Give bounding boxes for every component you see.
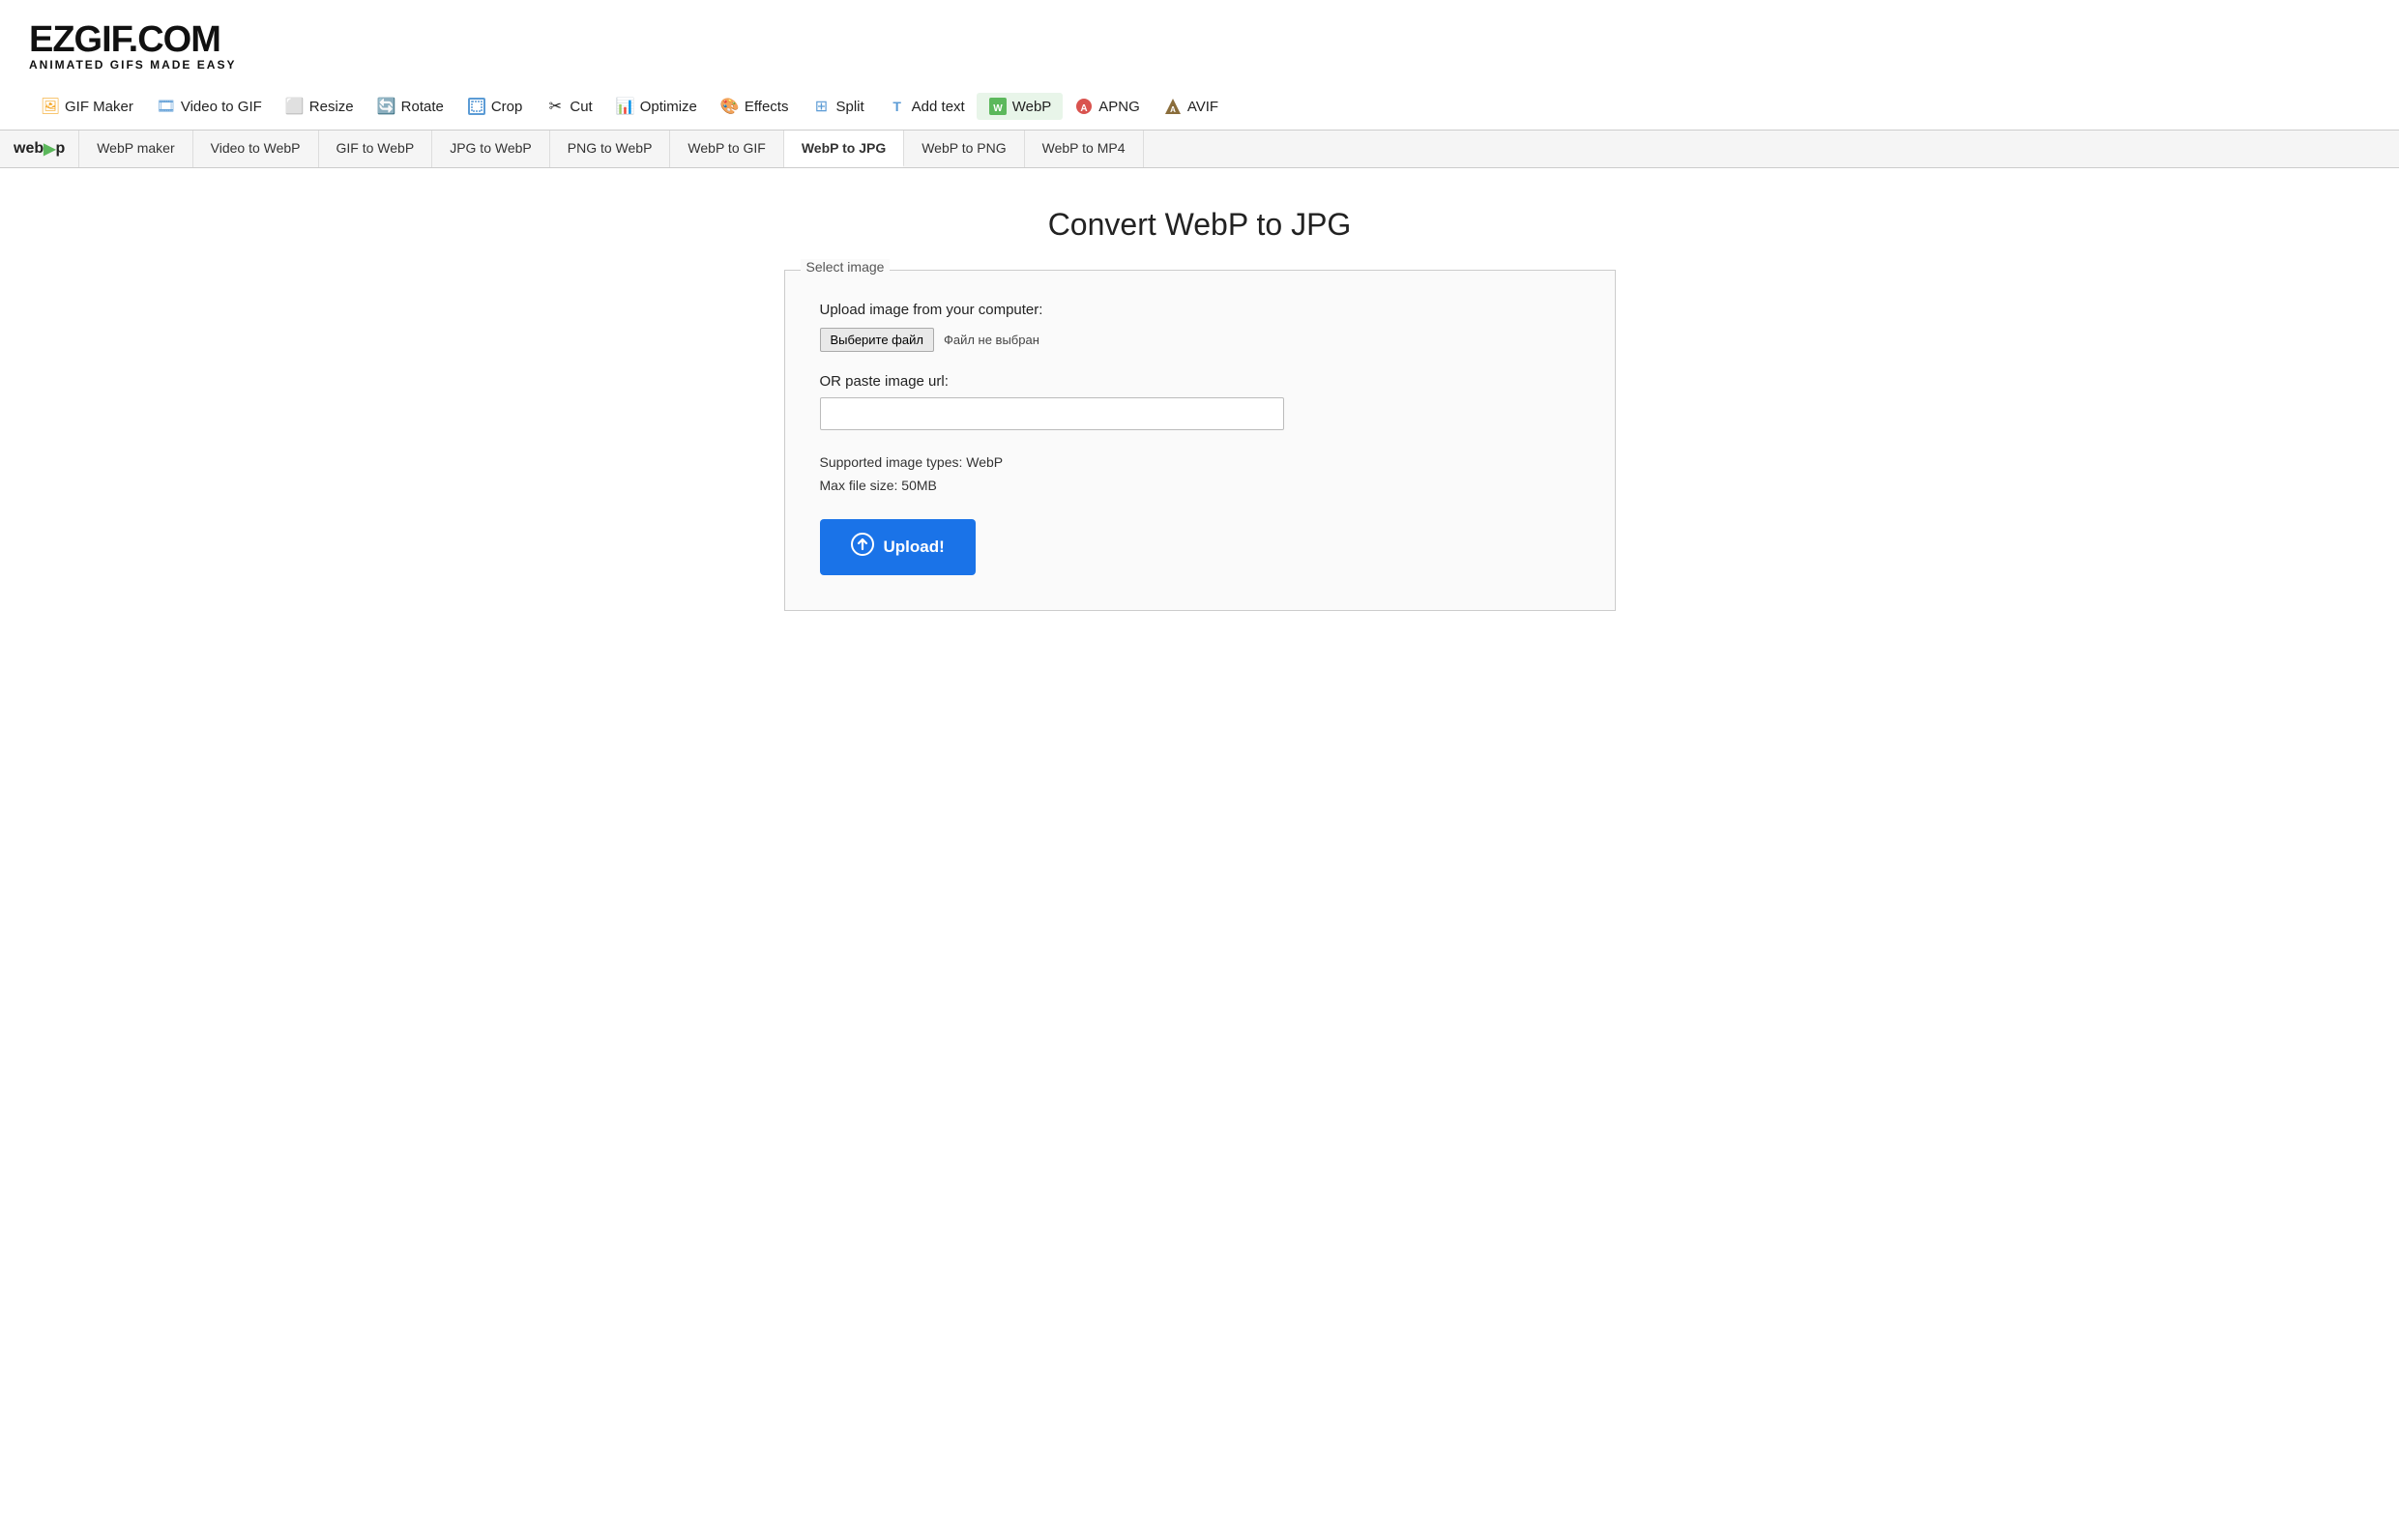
nav-item-avif[interactable]: A AVIF [1152,93,1230,120]
nav-label-gif-maker: GIF Maker [65,99,133,115]
nav-label-video-to-gif: Video to GIF [181,99,262,115]
nav-label-apng: APNG [1098,99,1140,115]
tab-png-to-webp[interactable]: PNG to WebP [550,131,671,167]
nav-item-split[interactable]: ⊞ Split [800,93,875,120]
upload-icon [851,533,874,562]
nav-label-optimize: Optimize [640,99,697,115]
optimize-icon: 📊 [616,97,635,116]
svg-text:A: A [1081,103,1088,114]
nav-item-webp[interactable]: W WebP [977,93,1064,120]
no-file-label: Файл не выбран [944,333,1039,347]
logo-sub: ANIMATED GIFS MADE EASY [29,58,2370,72]
or-paste-label: OR paste image url: [820,373,1580,390]
nav-label-resize: Resize [309,99,354,115]
main-nav: 🖼 GIF Maker 🎞 Video to GIF ⬜ Resize 🔄 Ro… [0,81,2399,124]
max-file-size: Max file size: 50MB [820,475,1580,498]
tab-webp-to-jpg[interactable]: WebP to JPG [784,131,904,167]
gif-maker-icon: 🖼 [41,97,60,116]
nav-label-avif: AVIF [1187,99,1218,115]
supported-types: Supported image types: WebP [820,451,1580,475]
nav-item-video-to-gif[interactable]: 🎞 Video to GIF [145,93,274,120]
upload-button[interactable]: Upload! [820,519,976,575]
upload-legend: Select image [801,259,891,275]
nav-label-webp: WebP [1012,99,1052,115]
tab-webp-to-gif[interactable]: WebP to GIF [670,131,783,167]
rotate-icon: 🔄 [377,97,396,116]
cut-icon: ✂ [545,97,565,116]
nav-item-add-text[interactable]: T Add text [876,93,977,120]
crop-icon [467,97,486,116]
video-to-gif-icon: 🎞 [157,97,176,116]
tab-jpg-to-webp[interactable]: JPG to WebP [432,131,550,167]
main-content: Convert WebP to JPG Select image Upload … [765,207,1635,611]
nav-item-rotate[interactable]: 🔄 Rotate [366,93,455,120]
resize-icon: ⬜ [285,97,305,116]
effects-icon: 🎨 [720,97,740,116]
logo-area: EZGIF.COM ANIMATED GIFS MADE EASY [0,0,2399,81]
nav-item-apng[interactable]: A APNG [1063,93,1152,120]
tab-webp-maker[interactable]: WebP maker [79,131,192,167]
upload-box: Select image Upload image from your comp… [784,270,1616,611]
tab-webp-to-mp4[interactable]: WebP to MP4 [1025,131,1144,167]
avif-icon: A [1163,97,1183,116]
url-input[interactable] [820,397,1284,430]
webp-nav-icon: W [988,97,1008,116]
supported-info: Supported image types: WebP Max file siz… [820,451,1580,498]
nav-item-optimize[interactable]: 📊 Optimize [604,93,709,120]
upload-btn-label: Upload! [884,538,945,557]
webp-subnav-logo[interactable]: web▶p [0,131,79,167]
tab-gif-to-webp[interactable]: GIF to WebP [319,131,433,167]
nav-item-crop[interactable]: Crop [455,93,535,120]
choose-file-button[interactable]: Выберите файл [820,328,934,352]
nav-item-resize[interactable]: ⬜ Resize [274,93,366,120]
logo-main: EZGIF.COM [29,21,2370,58]
svg-text:A: A [1170,105,1176,114]
nav-label-cut: Cut [570,99,592,115]
nav-label-effects: Effects [745,99,789,115]
apng-icon: A [1074,97,1094,116]
add-text-icon: T [888,97,907,116]
nav-label-rotate: Rotate [401,99,444,115]
split-icon: ⊞ [811,97,831,116]
nav-label-split: Split [835,99,863,115]
nav-item-gif-maker[interactable]: 🖼 GIF Maker [29,93,145,120]
page-title: Convert WebP to JPG [784,207,1616,243]
webp-subnav: web▶p WebP maker Video to WebP GIF to We… [0,130,2399,168]
upload-label: Upload image from your computer: [820,302,1580,318]
nav-label-add-text: Add text [912,99,965,115]
tab-video-to-webp[interactable]: Video to WebP [193,131,319,167]
tab-webp-to-png[interactable]: WebP to PNG [904,131,1024,167]
svg-text:W: W [993,103,1003,114]
nav-label-crop: Crop [491,99,523,115]
nav-item-cut[interactable]: ✂ Cut [534,93,603,120]
file-input-row: Выберите файл Файл не выбран [820,328,1580,352]
nav-item-effects[interactable]: 🎨 Effects [709,93,801,120]
